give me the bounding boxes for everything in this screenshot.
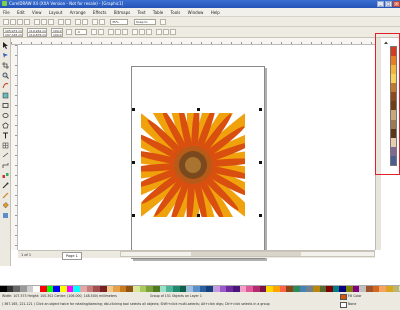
fill-swatch[interactable]: [340, 294, 347, 300]
intersect-icon[interactable]: [146, 29, 152, 35]
polygon-tool-icon[interactable]: [2, 122, 9, 129]
eyedropper-tool-icon[interactable]: [2, 182, 9, 189]
print-icon[interactable]: [24, 19, 30, 25]
trim-icon[interactable]: [139, 29, 145, 35]
snap-to-dropdown[interactable]: Snap to: [134, 19, 156, 25]
table-tool-icon[interactable]: [2, 142, 9, 149]
welcome-screen-icon[interactable]: [99, 19, 105, 25]
ellipse-tool-icon[interactable]: [2, 112, 9, 119]
to-back-icon[interactable]: [170, 29, 176, 35]
handle-top-center[interactable]: [197, 108, 200, 111]
scrollbar-thumb[interactable]: [191, 252, 301, 256]
smart-fill-icon[interactable]: [2, 92, 9, 99]
to-front-icon[interactable]: [163, 29, 169, 35]
horizontal-scrollbar[interactable]: [120, 251, 375, 257]
menu-layout[interactable]: Layout: [49, 10, 63, 15]
menu-file[interactable]: File: [3, 10, 10, 15]
y-position-field[interactable]: 197.345 mm: [3, 32, 23, 37]
cut-icon[interactable]: [34, 19, 40, 25]
menu-arrange[interactable]: Arrange: [70, 10, 86, 15]
maximize-button[interactable]: □: [385, 1, 392, 7]
flower-center-core: [185, 157, 201, 173]
menu-window[interactable]: Window: [188, 10, 204, 15]
handle-top-right[interactable]: [259, 108, 262, 111]
color-palette-horizontal[interactable]: [0, 285, 400, 293]
menu-view[interactable]: View: [32, 10, 42, 15]
horizontal-ruler[interactable]: [11, 38, 375, 45]
vertical-ruler[interactable]: [11, 45, 18, 250]
outline-swatch[interactable]: [340, 302, 347, 308]
redo-icon[interactable]: [65, 19, 71, 25]
menu-help[interactable]: Help: [211, 10, 220, 15]
ungroup-icon[interactable]: [115, 29, 121, 35]
highlight-annotation-box: [375, 33, 400, 175]
app-launcher-icon[interactable]: [92, 19, 98, 25]
outline-tool-icon[interactable]: [2, 192, 9, 199]
connector-tool-icon[interactable]: [2, 162, 9, 169]
standard-toolbar: 35% Snap to: [0, 17, 400, 27]
mirror-vertical-icon[interactable]: [98, 29, 104, 35]
interactive-fill-icon[interactable]: [2, 212, 9, 219]
handle-bottom-right[interactable]: [259, 214, 262, 217]
handle-middle-right[interactable]: [259, 161, 262, 164]
outline-status: None: [348, 302, 357, 306]
lock-ratio-icon[interactable]: [66, 29, 72, 35]
flower-artwork[interactable]: [141, 113, 245, 217]
handle-bottom-left[interactable]: [132, 214, 135, 217]
export-icon[interactable]: [82, 19, 88, 25]
import-icon[interactable]: [75, 19, 81, 25]
options-icon[interactable]: [160, 19, 166, 25]
blend-tool-icon[interactable]: [2, 172, 9, 179]
menu-tools[interactable]: Tools: [171, 10, 181, 15]
page-tab[interactable]: Page 1: [62, 252, 82, 260]
status-bar: Width: 107.573 Height: 100.302 Center: (…: [0, 292, 400, 310]
crop-tool-icon[interactable]: [2, 62, 9, 69]
zoom-tool-icon[interactable]: [2, 72, 9, 79]
paste-icon[interactable]: [48, 19, 54, 25]
text-tool-icon[interactable]: [2, 132, 9, 139]
handle-middle-left[interactable]: [132, 161, 135, 164]
copy-icon[interactable]: [41, 19, 47, 25]
rectangle-tool-icon[interactable]: [2, 102, 9, 109]
handle-top-left[interactable]: [132, 108, 135, 111]
group-icon[interactable]: [108, 29, 114, 35]
toolbox: [0, 38, 11, 266]
weld-icon[interactable]: [132, 29, 138, 35]
new-document-icon[interactable]: [3, 19, 9, 25]
mirror-horizontal-icon[interactable]: [91, 29, 97, 35]
ungroup-all-icon[interactable]: [122, 29, 128, 35]
menu-text[interactable]: Text: [138, 10, 146, 15]
property-bar: 105.972 mm 197.345 mm 119.961 mm 119.876…: [0, 27, 400, 38]
fill-tool-icon[interactable]: [2, 202, 9, 209]
status-selection: Group of 151 Objects on Layer 1: [150, 294, 202, 298]
window-title: CorelDRAW X4 (XXA Version - Not for resa…: [9, 1, 124, 6]
save-icon[interactable]: [17, 19, 23, 25]
menu-bar: File Edit View Layout Arrange Effects Bi…: [0, 8, 400, 17]
menu-bitmaps[interactable]: Bitmaps: [114, 10, 130, 15]
shape-tool-icon[interactable]: [2, 52, 9, 59]
handle-bottom-center[interactable]: [197, 214, 200, 217]
fill-status: Fill Color: [348, 294, 362, 298]
dimension-tool-icon[interactable]: [2, 152, 9, 159]
minimize-button[interactable]: _: [377, 1, 384, 7]
pick-tool-icon[interactable]: [2, 42, 9, 49]
open-icon[interactable]: [10, 19, 16, 25]
page-counter: 1 of 1: [21, 253, 32, 257]
zoom-level-field[interactable]: 35%: [110, 19, 128, 25]
status-hint: ( 367.165, 221.121 ) Click an object twi…: [2, 302, 270, 306]
menu-table[interactable]: Table: [153, 10, 163, 15]
menu-edit[interactable]: Edit: [17, 10, 25, 15]
scale-height-field[interactable]: 100.0: [51, 32, 63, 37]
height-field[interactable]: 119.876 mm: [27, 32, 47, 37]
menu-effects[interactable]: Effects: [93, 10, 107, 15]
app-icon: [2, 1, 7, 6]
close-button[interactable]: ×: [393, 1, 400, 7]
rotation-angle-field[interactable]: .0: [75, 29, 87, 35]
align-distribute-icon[interactable]: [156, 29, 162, 35]
freehand-tool-icon[interactable]: [2, 82, 9, 89]
title-bar: CorelDRAW X4 (XXA Version - Not for resa…: [0, 0, 400, 8]
undo-icon[interactable]: [58, 19, 64, 25]
status-dimensions: Width: 107.573 Height: 100.302 Center: (…: [2, 294, 117, 298]
